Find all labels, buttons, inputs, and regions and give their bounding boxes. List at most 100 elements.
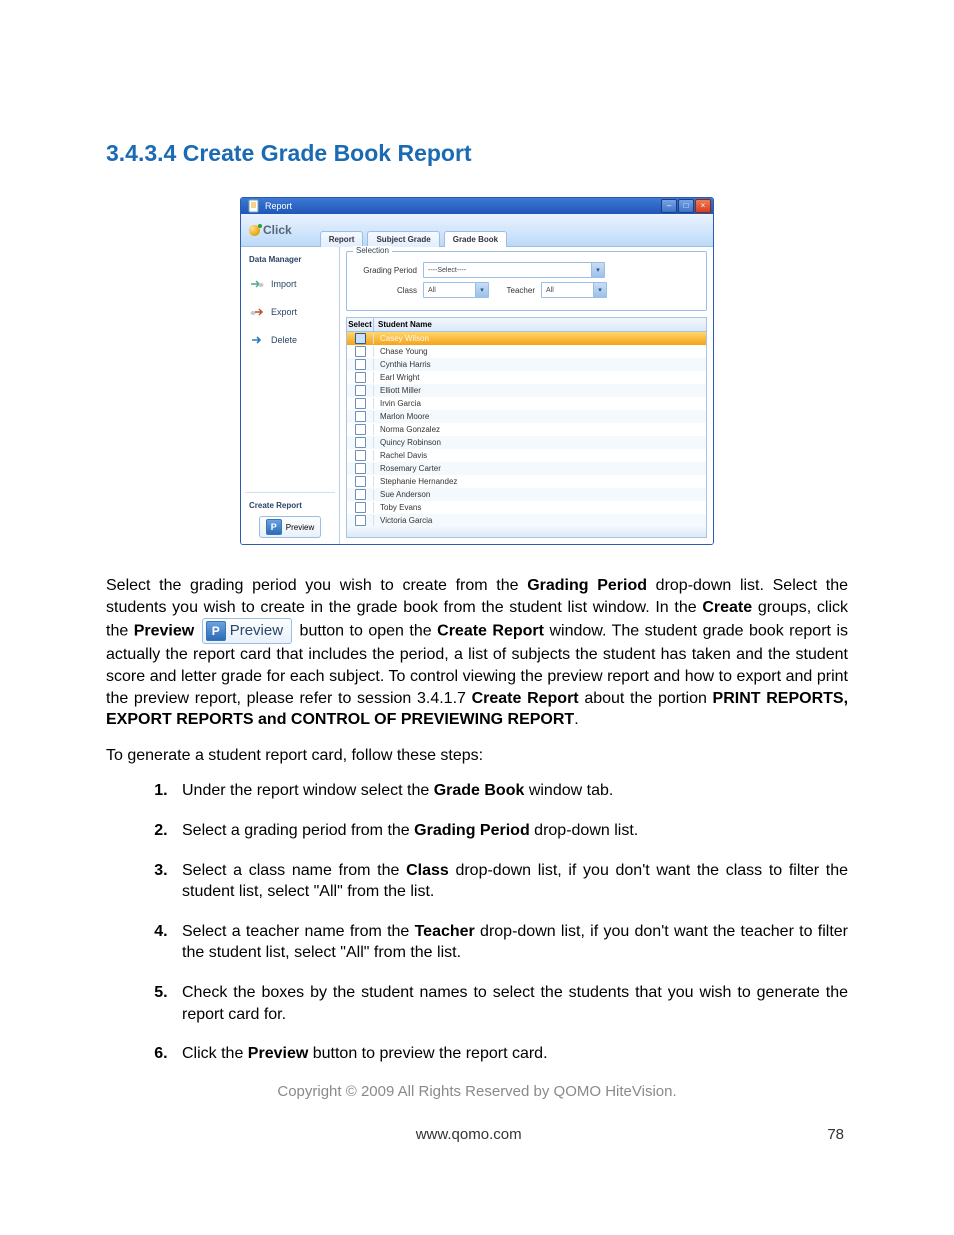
step-item: Select a grading period from the Grading… [172, 820, 848, 842]
teacher-select[interactable]: All ▾ [541, 282, 607, 298]
step-item: Check the boxes by the student names to … [172, 982, 848, 1025]
step-item: Under the report window select the Grade… [172, 780, 848, 802]
grid-body: Casey Wilson Chase Young Cynthia Harris … [347, 332, 706, 527]
sidebar-group-data-manager: Data Manager [245, 253, 335, 266]
table-row[interactable]: Rachel Davis [347, 449, 706, 462]
table-row[interactable]: Elliott Miller [347, 384, 706, 397]
chevron-down-icon: ▾ [591, 263, 604, 277]
step-bold: Preview [248, 1045, 308, 1062]
student-name-cell: Quincy Robinson [374, 438, 706, 447]
student-name-cell: Stephanie Hernandez [374, 477, 706, 486]
table-row[interactable]: Chase Young [347, 345, 706, 358]
sidebar-group-create-report: Create Report [245, 499, 335, 512]
import-label: Import [271, 279, 297, 289]
minimize-button[interactable]: – [661, 199, 677, 213]
row-checkbox[interactable] [355, 411, 366, 422]
table-row[interactable]: Cynthia Harris [347, 358, 706, 371]
prose-bold: Create Report [472, 690, 579, 707]
student-name-cell: Norma Gonzalez [374, 425, 706, 434]
step-text: Select a class name from the [182, 862, 406, 879]
row-checkbox[interactable] [355, 463, 366, 474]
import-icon [249, 277, 265, 291]
row-checkbox[interactable] [355, 515, 366, 526]
app-logo: Click [249, 223, 292, 237]
row-checkbox[interactable] [355, 489, 366, 500]
row-checkbox[interactable] [355, 385, 366, 396]
step-text: Click the [182, 1045, 248, 1062]
student-grid: Select Student Name Casey Wilson Chase Y… [346, 317, 707, 538]
delete-button[interactable]: Delete [245, 330, 335, 350]
logo-icon [249, 225, 260, 236]
student-name-cell: Elliott Miller [374, 386, 706, 395]
page-number: 78 [827, 1126, 844, 1143]
row-checkbox[interactable] [355, 333, 366, 344]
row-checkbox[interactable] [355, 502, 366, 513]
table-row[interactable]: Toby Evans [347, 501, 706, 514]
class-label: Class [355, 286, 417, 295]
main-pane: Selection Grading Period ----Select---- … [340, 247, 713, 544]
row-checkbox[interactable] [355, 476, 366, 487]
table-row[interactable]: Casey Wilson [347, 332, 706, 345]
teacher-value: All [546, 287, 554, 294]
student-name-cell: Toby Evans [374, 503, 706, 512]
delete-label: Delete [271, 335, 297, 345]
table-row[interactable]: Stephanie Hernandez [347, 475, 706, 488]
step-text: Select a teacher name from the [182, 923, 415, 940]
prose-text: . [574, 711, 578, 728]
row-checkbox[interactable] [355, 424, 366, 435]
tab-grade-book[interactable]: Grade Book [444, 231, 507, 247]
sidebar: Data Manager Import Export [241, 247, 340, 544]
footer-url: www.qomo.com [416, 1126, 522, 1143]
maximize-button[interactable]: □ [678, 199, 694, 213]
row-checkbox[interactable] [355, 346, 366, 357]
student-name-cell: Chase Young [374, 347, 706, 356]
inline-preview-label: Preview [230, 621, 283, 641]
prose-bold: Create Report [437, 623, 544, 640]
ribbon-banner: Click Report Subject Grade Grade Book [241, 214, 713, 247]
student-name-cell: Rachel Davis [374, 451, 706, 460]
prose-text: button to open the [294, 623, 437, 640]
table-row[interactable]: Irvin Garcia [347, 397, 706, 410]
table-row[interactable]: Norma Gonzalez [347, 423, 706, 436]
row-checkbox[interactable] [355, 372, 366, 383]
table-row[interactable]: Earl Wright [347, 371, 706, 384]
col-name-header: Student Name [374, 318, 706, 331]
inline-preview-button: P Preview [202, 618, 292, 644]
export-button[interactable]: Export [245, 302, 335, 322]
export-label: Export [271, 307, 297, 317]
step-item: Click the Preview button to preview the … [172, 1043, 848, 1065]
table-row[interactable]: Sue Anderson [347, 488, 706, 501]
table-row[interactable]: Quincy Robinson [347, 436, 706, 449]
chevron-down-icon: ▾ [475, 283, 488, 297]
body-text: Select the grading period you wish to cr… [106, 575, 848, 1065]
step-text: Select a grading period from the [182, 822, 414, 839]
step-text: window tab. [524, 782, 613, 799]
preview-icon: P [206, 621, 226, 641]
row-checkbox[interactable] [355, 398, 366, 409]
table-row[interactable]: Victoria Garcia [347, 514, 706, 527]
table-row[interactable]: Rosemary Carter [347, 462, 706, 475]
table-row[interactable]: Marlon Moore [347, 410, 706, 423]
grading-period-select[interactable]: ----Select---- ▾ [423, 262, 605, 278]
tab-report[interactable]: Report [320, 231, 364, 247]
step-item: Select a class name from the Class drop-… [172, 860, 848, 903]
step-text: button to preview the report card. [308, 1045, 547, 1062]
steps-list: Under the report window select the Grade… [106, 780, 848, 1064]
page-footer: www.qomo.com 78 [106, 1126, 848, 1143]
preview-button[interactable]: P Preview [259, 516, 321, 538]
copyright-text: Copyright © 2009 All Rights Reserved by … [106, 1083, 848, 1100]
row-checkbox[interactable] [355, 437, 366, 448]
step-text: drop-down list. [530, 822, 639, 839]
close-button[interactable]: × [695, 199, 711, 213]
row-checkbox[interactable] [355, 450, 366, 461]
class-value: All [428, 287, 436, 294]
selection-legend: Selection [353, 246, 392, 255]
step-text: Under the report window select the [182, 782, 434, 799]
logo-text: Click [263, 223, 292, 237]
import-button[interactable]: Import [245, 274, 335, 294]
report-window: Report – □ × Click Report Subject Grade … [240, 197, 714, 545]
class-select[interactable]: All ▾ [423, 282, 489, 298]
tab-subject-grade[interactable]: Subject Grade [367, 231, 439, 247]
step-item: Select a teacher name from the Teacher d… [172, 921, 848, 964]
row-checkbox[interactable] [355, 359, 366, 370]
